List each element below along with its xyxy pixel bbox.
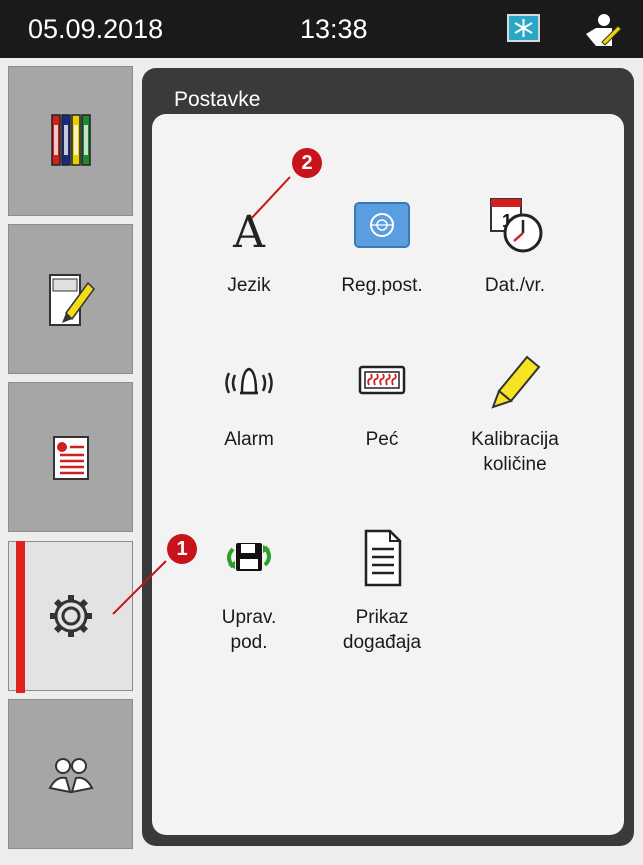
- calibration-label-line2: količine: [483, 454, 547, 475]
- data-management-label-line2: pod.: [230, 632, 268, 653]
- un-flag-icon: [354, 202, 410, 248]
- callout-1: 1: [167, 534, 197, 564]
- tab-stations[interactable]: [8, 66, 133, 216]
- tab-settings[interactable]: [8, 541, 133, 691]
- floppy-sync-icon: [227, 543, 271, 571]
- data-management-label-line1: Uprav.: [221, 607, 277, 628]
- callout-2: 2: [292, 148, 322, 178]
- calendar-clock-icon: 1: [490, 198, 543, 253]
- svg-text:A: A: [232, 207, 266, 255]
- program-list-icon: [53, 436, 89, 480]
- oven-heater-icon: [358, 365, 406, 395]
- yellow-marker-icon: [491, 355, 541, 409]
- tab-slides[interactable]: [8, 224, 133, 374]
- oven-button[interactable]: Peć: [327, 365, 437, 452]
- alarm-button[interactable]: Alarm: [194, 367, 304, 452]
- oven-label: Peć: [365, 429, 399, 450]
- event-viewer-button[interactable]: Prikaz događaja: [327, 529, 437, 655]
- document-icon: [364, 529, 402, 587]
- date-time-label: Dat./vr.: [484, 275, 546, 296]
- screen: 05.09.2018 13:38 Postavke A Jezik Reg.po…: [0, 0, 643, 865]
- panel-title: Postavke: [174, 88, 261, 111]
- reagent-stations-icon: [51, 114, 91, 166]
- calibration-label-line1: Kalibracija: [471, 429, 559, 450]
- regional-settings-label: Reg.post.: [341, 275, 423, 296]
- letter-a-icon: A: [232, 207, 266, 255]
- language-button[interactable]: A Jezik: [194, 207, 304, 298]
- fill-level-calibration-button[interactable]: Kalibracija količine: [460, 355, 570, 477]
- regional-settings-button[interactable]: Reg.post.: [327, 202, 437, 298]
- snowflake-icon: [507, 14, 540, 42]
- user-edit-icon[interactable]: [582, 12, 622, 48]
- language-label: Jezik: [227, 275, 271, 296]
- alarm-label: Alarm: [224, 429, 274, 450]
- users-icon: [48, 758, 94, 794]
- bell-alarm-icon: [225, 367, 273, 395]
- active-tab-indicator: [16, 541, 25, 693]
- tab-program[interactable]: [8, 382, 133, 532]
- event-viewer-label-line1: Prikaz: [355, 607, 409, 628]
- status-bar: 05.09.2018 13:38: [0, 0, 643, 58]
- gear-icon: [50, 595, 92, 637]
- data-management-button[interactable]: Uprav. pod.: [194, 543, 304, 655]
- date-time-button[interactable]: 1 Dat./vr.: [460, 198, 570, 298]
- slide-marker-icon: [49, 274, 95, 326]
- status-time: 13:38: [300, 14, 368, 44]
- event-viewer-label-line2: događaja: [342, 632, 422, 653]
- status-date: 05.09.2018: [28, 14, 164, 44]
- tab-users[interactable]: [8, 699, 133, 849]
